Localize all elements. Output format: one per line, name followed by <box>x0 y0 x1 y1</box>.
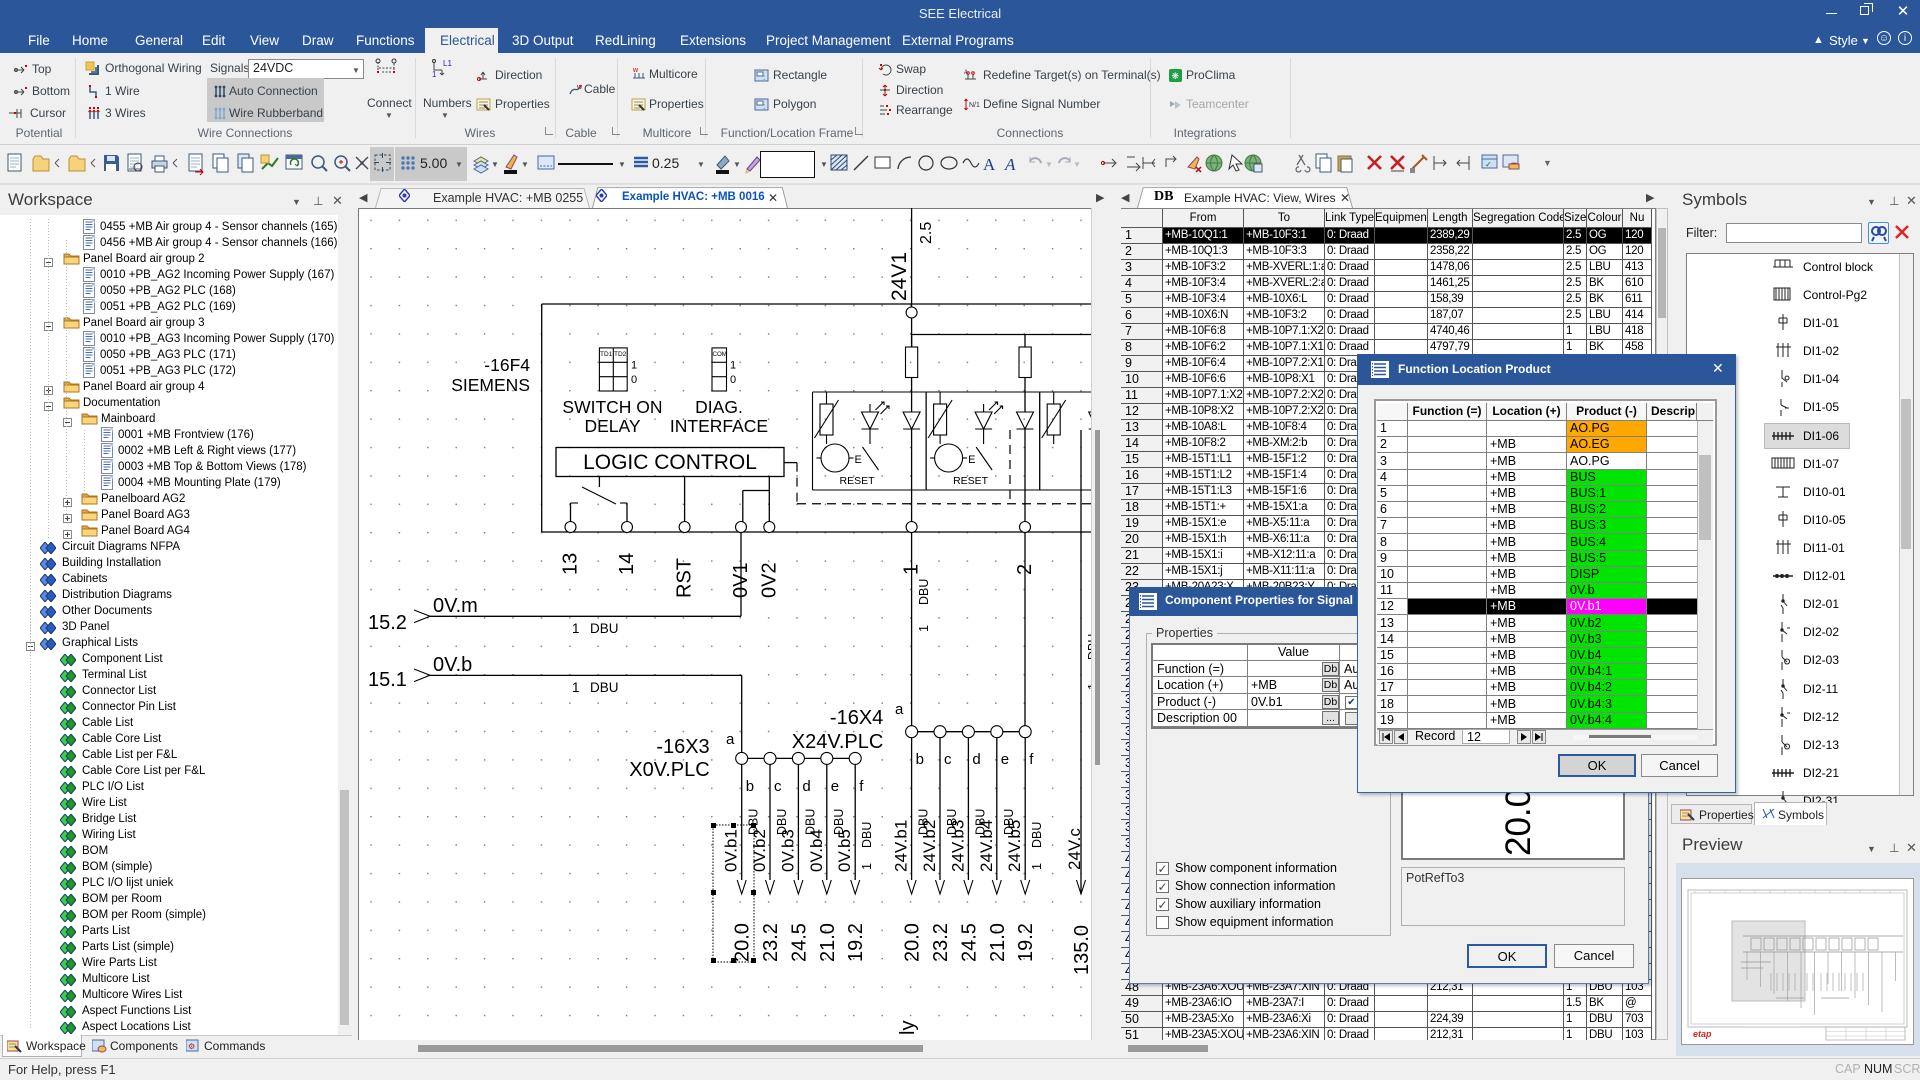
svg-text:X24V.PLC: X24V.PLC <box>792 731 884 753</box>
svg-text:RST: RST <box>674 558 696 598</box>
svg-text:21.0: 21.0 <box>817 923 839 962</box>
svg-text:13: 13 <box>560 553 582 575</box>
svg-text:21.0: 21.0 <box>987 923 1009 962</box>
svg-text:0: 0 <box>631 374 637 386</box>
svg-text:E: E <box>855 454 862 466</box>
svg-text:1: 1 <box>917 625 931 632</box>
svg-text:c: c <box>774 778 782 795</box>
svg-text:1: 1 <box>572 621 580 636</box>
svg-text:-16X4: -16X4 <box>830 707 883 729</box>
svg-text:A: A <box>1004 155 1016 174</box>
svg-text:1: 1 <box>631 360 637 372</box>
svg-text:COM: COM <box>713 351 727 358</box>
svg-text:w: w <box>576 84 583 91</box>
svg-text:24V.b1: 24V.b1 <box>892 820 911 872</box>
svg-text:e: e <box>831 778 839 795</box>
svg-text:b: b <box>916 751 924 768</box>
svg-text:RESET: RESET <box>953 475 989 487</box>
svg-text:SIEMENS: SIEMENS <box>451 375 530 395</box>
svg-text:✓: ✓ <box>1485 160 1492 169</box>
svg-text:❋: ❋ <box>1172 71 1180 81</box>
svg-text:DELAY: DELAY <box>584 416 640 436</box>
svg-text:24.5: 24.5 <box>788 923 810 962</box>
svg-text:d: d <box>802 778 810 795</box>
svg-text:1: 1 <box>860 863 874 870</box>
svg-text:23.2: 23.2 <box>760 923 782 962</box>
svg-text:SWITCH ON: SWITCH ON <box>562 397 662 417</box>
svg-text:0V.b2: 0V.b2 <box>750 829 769 872</box>
svg-text:0V.b5: 0V.b5 <box>835 829 854 872</box>
svg-text:24V.b5: 24V.b5 <box>1005 820 1024 872</box>
svg-text:A: A <box>964 70 968 76</box>
svg-text:c: c <box>944 751 952 768</box>
svg-text:-16F4: -16F4 <box>484 355 530 375</box>
svg-text:e: e <box>1001 751 1009 768</box>
svg-text:etap: etap <box>1693 1029 1712 1039</box>
svg-text:TD2: TD2 <box>614 351 627 358</box>
svg-text:19.2: 19.2 <box>1015 923 1037 962</box>
svg-text:RESET: RESET <box>840 475 876 487</box>
svg-text:ly: ly <box>897 1021 919 1035</box>
svg-text:-16X3: -16X3 <box>656 736 709 758</box>
svg-text:24V1: 24V1 <box>888 252 911 301</box>
svg-text:DBU: DBU <box>860 822 874 848</box>
svg-text::: : <box>763 102 765 111</box>
svg-text:b: b <box>746 778 754 795</box>
svg-text:23.2: 23.2 <box>930 923 952 962</box>
svg-text:0: 0 <box>730 374 736 386</box>
svg-text:N/1: N/1 <box>969 102 980 109</box>
svg-text:INTERFACE: INTERFACE <box>670 416 768 436</box>
svg-text:24V.c: 24V.c <box>1065 828 1084 870</box>
svg-text:E: E <box>968 454 975 466</box>
svg-text:15.1: 15.1 <box>368 669 407 691</box>
svg-text:1: 1 <box>730 360 736 372</box>
svg-text:0V.m: 0V.m <box>433 595 478 617</box>
svg-text:0V.b3: 0V.b3 <box>778 829 797 872</box>
svg-text:24V.b2: 24V.b2 <box>920 820 939 872</box>
svg-text:DBU: DBU <box>1030 822 1044 848</box>
svg-text:w: w <box>632 67 639 74</box>
svg-text:a: a <box>726 731 735 748</box>
svg-text:DBU: DBU <box>590 621 619 636</box>
svg-text:24V.b3: 24V.b3 <box>948 820 967 872</box>
svg-text:1: 1 <box>572 680 580 695</box>
svg-text:DBU: DBU <box>917 579 931 605</box>
svg-text:X0V.PLC: X0V.PLC <box>629 759 709 781</box>
svg-text:⚙: ⚙ <box>188 1042 195 1051</box>
svg-text:15.2: 15.2 <box>368 612 407 634</box>
svg-text:L1: L1 <box>443 59 452 68</box>
svg-text:1: 1 <box>1030 863 1044 870</box>
svg-text:LOGIC CONTROL: LOGIC CONTROL <box>583 451 757 474</box>
svg-text:DBU: DBU <box>590 680 619 695</box>
svg-text:135.0: 135.0 <box>1071 925 1091 975</box>
svg-text:0V.b: 0V.b <box>433 654 472 676</box>
svg-text:1: 1 <box>432 70 437 79</box>
svg-text:A: A <box>983 155 996 174</box>
svg-text:a: a <box>895 701 904 718</box>
svg-text:DIAG.: DIAG. <box>695 397 743 417</box>
svg-text:d: d <box>972 751 980 768</box>
svg-text:14: 14 <box>616 553 638 575</box>
svg-text:0V.b1: 0V.b1 <box>722 829 741 872</box>
svg-text:0V2: 0V2 <box>758 562 780 598</box>
svg-text:0V.b4: 0V.b4 <box>807 829 826 872</box>
svg-text:20.0: 20.0 <box>902 923 924 962</box>
svg-text:24V.b4: 24V.b4 <box>977 820 996 872</box>
svg-text:20.0: 20.0 <box>732 923 754 962</box>
svg-text:TD1: TD1 <box>600 351 613 358</box>
svg-text:24.5: 24.5 <box>958 923 980 962</box>
svg-text::: : <box>763 73 765 82</box>
svg-text:19.2: 19.2 <box>845 923 867 962</box>
svg-text:2.5: 2.5 <box>918 222 935 244</box>
